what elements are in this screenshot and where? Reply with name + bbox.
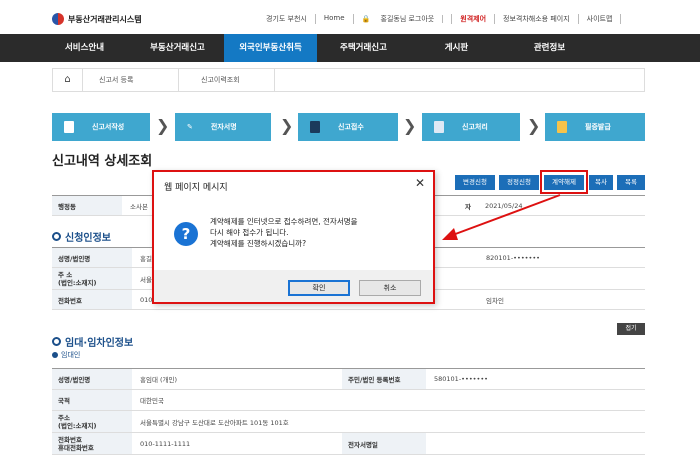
dialog-message: 계약해제를 인터넷으로 접수하려면, 전자서명을 다시 해야 접수가 됩니다. … (210, 216, 358, 249)
pointer-arrow-icon (442, 194, 561, 240)
row-label: 전화번호 휴대전화번호 (52, 433, 132, 454)
copy-button[interactable]: 복사 (589, 175, 613, 190)
table-row: 전화번호 휴대전화번호 010-1111-1111 전자서명일 (52, 433, 645, 455)
document-icon (64, 121, 74, 133)
breadcrumb: ⌂ 신고서 등록 신고이력조회 (52, 68, 645, 92)
row-value (426, 433, 645, 454)
util-remote-link[interactable]: 원격제어 (452, 14, 496, 24)
logo-text: 부동산거래관리시스템 (68, 14, 142, 24)
step-certificate: 필증발급 (545, 113, 645, 141)
nav-realestate-report[interactable]: 부동산거래신고 (131, 34, 224, 62)
dialog-line: 계약해제를 진행하시겠습니까? (210, 239, 307, 248)
change-request-button[interactable]: 변경신청 (455, 175, 495, 190)
section-title-text: 임대·임차인정보 (65, 338, 134, 349)
logo-icon (52, 13, 64, 25)
table-row: 국적 대한민국 (52, 390, 645, 411)
util-home-link[interactable]: Home (316, 14, 354, 24)
ok-button[interactable]: 확인 (288, 280, 350, 296)
id-value: 820101-••••••• (486, 253, 540, 262)
subtitle-text: 임대인 (61, 351, 81, 359)
nav-foreigner[interactable]: 외국인부동산취득 (224, 34, 317, 62)
main-nav: 서비스안내 부동산거래신고 외국인부동산취득 주택거래신고 게시판 관련정보 (0, 34, 700, 62)
circle-icon (52, 232, 61, 241)
nav-service[interactable]: 서비스안내 (38, 34, 131, 62)
step-label: 신고접수 (338, 123, 364, 131)
lease-table: 성명/법인명 홍임대 (개인) 주민/법인 등록번호 580101-••••••… (52, 369, 645, 455)
envelope-icon (557, 121, 567, 133)
step-arrow-icon: ❯ (156, 116, 170, 135)
row-label: 행정동 (52, 196, 122, 215)
util-logout-link[interactable]: 🔒 홍길동님 로그아웃 (354, 14, 453, 24)
nav-related[interactable]: 관련정보 (503, 34, 596, 62)
step-arrow-icon: ❯ (527, 116, 541, 135)
row-value: 대한민국 (140, 397, 164, 405)
step-receive: 신고접수 (298, 113, 398, 141)
row-label: 전자서명일 (342, 433, 426, 454)
row-label: 성명/법인명 (52, 369, 132, 389)
applicant-section-title: 신청인정보 (52, 229, 111, 244)
dialog-title: 웹 페이지 메시지 (164, 183, 228, 193)
sign-value: 임차인 (486, 296, 504, 305)
step-process: 신고처리 (422, 113, 520, 141)
book-icon (310, 121, 320, 133)
table-row: 성명/법인명 홍임대 (개인) 주민/법인 등록번호 580101-••••••… (52, 369, 645, 390)
nav-board[interactable]: 게시판 (410, 34, 503, 62)
site-logo[interactable]: 부동산거래관리시스템 (52, 13, 142, 25)
row-label: 주소 (법인:소재지) (52, 411, 132, 432)
util-sitemap-link[interactable]: 사이트맵 (579, 14, 622, 24)
bullet-icon (52, 352, 58, 358)
row-label: 주 소 (법인:소재지) (52, 268, 132, 289)
row-label: 성명/법인명 (52, 248, 132, 267)
row-value: 580101-••••••• (434, 375, 488, 383)
cancel-button[interactable]: 취소 (359, 280, 421, 296)
step-arrow-icon: ❯ (280, 116, 294, 135)
pen-icon: ✎ (187, 123, 193, 131)
page-title: 신고내역 상세조회 (52, 154, 153, 169)
logout-label: 홍길동님 로그아웃 (372, 15, 444, 23)
row-label: 전화번호 (52, 290, 132, 309)
home-icon[interactable]: ⌂ (53, 69, 83, 91)
list-button[interactable]: 목록 (617, 175, 645, 190)
step-label: 신고처리 (462, 123, 488, 131)
close-icon[interactable]: ✕ (415, 176, 425, 190)
row-value: 010-1111-1111 (140, 439, 191, 448)
collapse-button[interactable]: 접기 (617, 323, 645, 335)
landlord-subtitle: 임대인 (52, 350, 80, 360)
util-accessibility-link[interactable]: 정보격차해소용 페이지 (495, 14, 579, 24)
row-label: 주민/법인 등록번호 (342, 369, 426, 389)
breadcrumb-history[interactable]: 신고이력조회 (179, 69, 275, 91)
step-sign: ✎ 전자서명 (175, 113, 271, 141)
top-bar: 부동산거래관리시스템 경기도 부천시 Home 🔒 홍길동님 로그아웃 원격제어… (0, 0, 700, 34)
section-title-text: 신청인정보 (65, 233, 111, 244)
person-icon (434, 121, 444, 133)
row-label: 국적 (52, 390, 132, 410)
correction-request-button[interactable]: 정정신청 (499, 175, 539, 190)
row-value: 홍임대 (개인) (140, 376, 178, 384)
dialog-line: 계약해제를 인터넷으로 접수하려면, 전자서명을 (210, 217, 358, 226)
question-icon: ? (174, 222, 198, 246)
breadcrumb-register[interactable]: 신고서 등록 (83, 69, 179, 91)
nav-housing-report[interactable]: 주택거래신고 (317, 34, 410, 62)
row-value: 서울특별시 강남구 도산대로 도산아파트 101동 101호 (140, 418, 289, 427)
circle-icon (52, 337, 61, 346)
step-arrow-icon: ❯ (403, 116, 417, 135)
utility-links: 경기도 부천시 Home 🔒 홍길동님 로그아웃 원격제어 정보격차해소용 페이… (258, 14, 622, 24)
util-region: 경기도 부천시 (258, 14, 316, 24)
step-label: 신고서작성 (92, 123, 125, 131)
step-label: 전자서명 (210, 123, 237, 131)
confirm-dialog: 웹 페이지 메시지 ✕ ? 계약해제를 인터넷으로 접수하려면, 전자서명을 다… (152, 170, 435, 304)
table-row: 주소 (법인:소재지) 서울특별시 강남구 도산대로 도산아파트 101동 10… (52, 411, 645, 433)
step-label: 필증발급 (585, 123, 611, 131)
lease-section-title: 임대·임차인정보 (52, 334, 133, 349)
step-write: 신고서작성 (52, 113, 150, 141)
dialog-line: 다시 해야 접수가 됩니다. (210, 228, 289, 237)
